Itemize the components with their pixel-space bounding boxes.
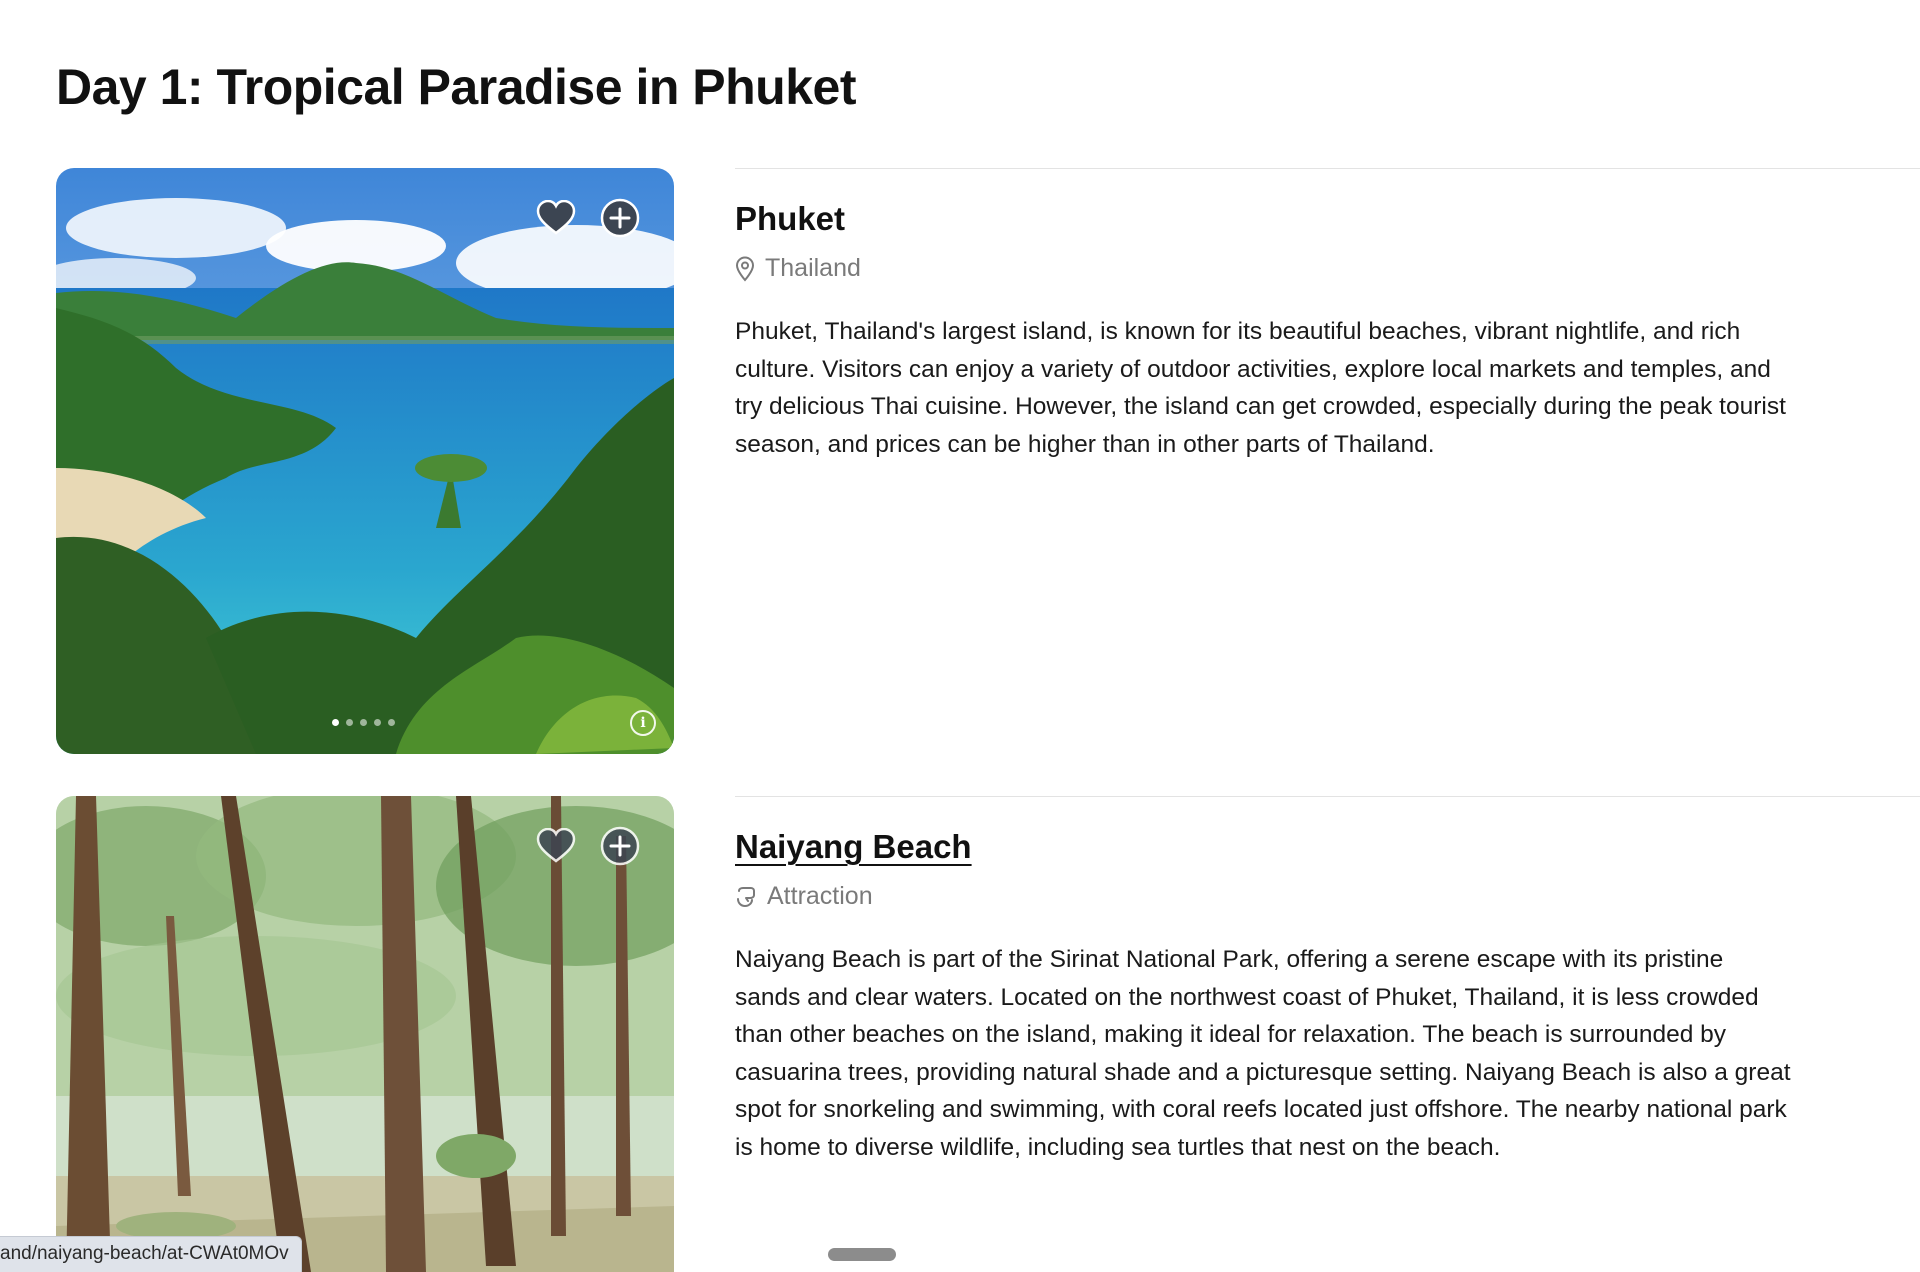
- heart-icon: [536, 200, 576, 235]
- carousel-dot[interactable]: [374, 719, 381, 726]
- carousel-dot[interactable]: [346, 719, 353, 726]
- add-to-trip-button[interactable]: [600, 198, 640, 238]
- carousel-dots[interactable]: [332, 719, 395, 726]
- carousel-dot[interactable]: [332, 719, 339, 726]
- favorite-button[interactable]: [536, 826, 576, 866]
- naiyang-beach-photo: [56, 796, 674, 1272]
- place-category: Attraction: [735, 882, 873, 911]
- category-label: Attraction: [767, 882, 873, 910]
- heart-icon: [536, 828, 576, 863]
- place-description: Phuket, Thailand's largest island, is kn…: [735, 318, 1786, 458]
- carousel-dot[interactable]: [388, 719, 395, 726]
- place-description: Naiyang Beach is part of the Sirinat Nat…: [735, 946, 1791, 1161]
- plus-circle-icon: [600, 826, 640, 866]
- phuket-photo: [56, 168, 674, 754]
- phuket-image-card[interactable]: i: [56, 168, 674, 754]
- naiyang-beach-image-card[interactable]: [56, 796, 674, 1272]
- page-title: Day 1: Tropical Paradise in Phuket: [56, 59, 856, 115]
- place-location: Thailand: [735, 254, 861, 283]
- info-icon[interactable]: i: [630, 710, 656, 736]
- place-title-link[interactable]: Naiyang Beach: [735, 828, 972, 866]
- status-bar-url: and/naiyang-beach/at-CWAt0MOv: [0, 1236, 302, 1272]
- place-title: Phuket: [735, 200, 846, 237]
- scroll-handle[interactable]: [828, 1248, 896, 1261]
- attraction-icon: [737, 886, 755, 907]
- plus-circle-icon: [600, 198, 640, 238]
- carousel-dot[interactable]: [360, 719, 367, 726]
- add-to-trip-button[interactable]: [600, 826, 640, 866]
- location-label: Thailand: [765, 254, 861, 282]
- favorite-button[interactable]: [536, 198, 576, 238]
- section-divider: [735, 168, 1920, 169]
- section-divider: [735, 796, 1920, 797]
- location-pin-icon: [735, 255, 755, 282]
